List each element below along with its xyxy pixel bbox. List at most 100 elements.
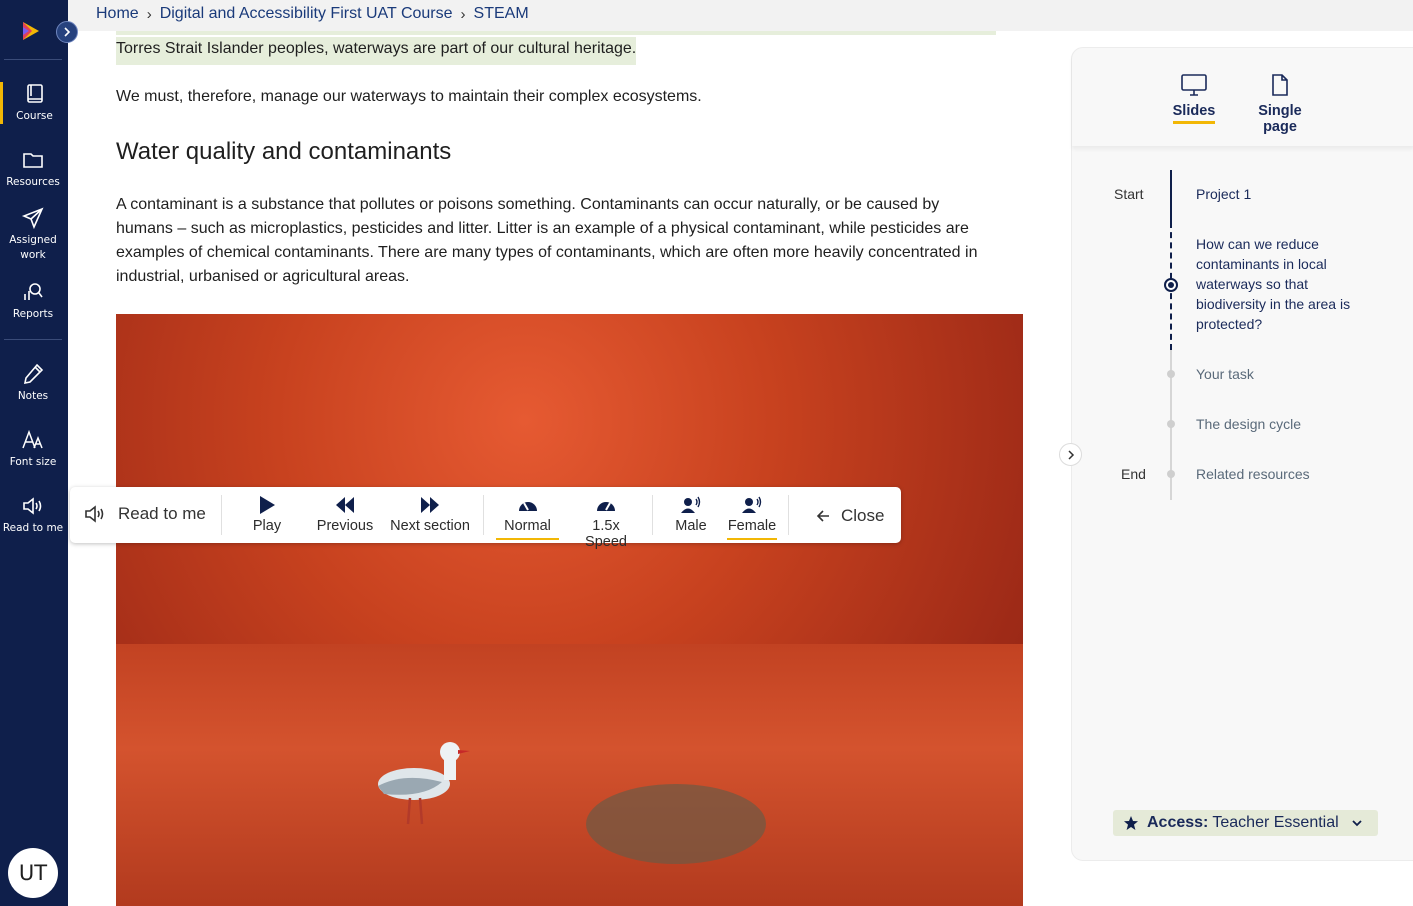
tab-slides[interactable]: Slides xyxy=(1172,73,1216,124)
reports-search-icon xyxy=(24,283,43,300)
timeline-progress-line xyxy=(1170,170,1172,222)
male-voice-label: Male xyxy=(675,518,707,534)
avatar[interactable]: UT xyxy=(8,848,58,898)
view-mode-tabs: Slides Single page xyxy=(1072,48,1413,146)
photo-rock xyxy=(586,784,766,864)
chevron-right-icon xyxy=(1067,449,1074,460)
paragraph-line: A contaminant is a substance that pollut… xyxy=(116,196,940,213)
timeline-item-design-cycle[interactable]: The design cycle xyxy=(1196,414,1376,434)
expand-nav-button[interactable] xyxy=(56,21,78,43)
play-icon xyxy=(260,496,275,514)
nav-item-font-size[interactable]: Font size xyxy=(0,428,66,470)
nav-label-line2: work xyxy=(20,249,46,261)
close-label: Close xyxy=(841,506,885,525)
nav-item-reports[interactable]: Reports xyxy=(0,280,66,322)
timeline-item-current[interactable]: How can we reduce contaminants in local … xyxy=(1196,234,1376,334)
nav-item-notes[interactable]: Notes xyxy=(0,362,66,404)
speed-1-5x-label: 1.5x Speed xyxy=(585,518,627,550)
close-button[interactable]: Close xyxy=(815,506,884,526)
section-heading: Water quality and contaminants xyxy=(116,138,452,165)
arrow-left-icon xyxy=(816,510,829,522)
app-logo-icon[interactable] xyxy=(20,20,42,42)
breadcrumb-bar: Home › Digital and Accessibility First U… xyxy=(68,0,1413,31)
font-size-icon xyxy=(22,429,43,449)
paragraph-line: humans – such as microplastics, pesticid… xyxy=(116,220,969,237)
breadcrumb-current[interactable]: STEAM xyxy=(474,5,529,23)
timeline-end-label: End xyxy=(1121,466,1146,482)
paragraph-line: examples of chemical contaminants. There… xyxy=(116,244,978,261)
previous-button[interactable]: Previous xyxy=(314,495,376,534)
gauge-fast-icon xyxy=(597,502,615,511)
nav-item-course[interactable]: Course xyxy=(0,82,66,124)
paragraph: A contaminant is a substance that pollut… xyxy=(116,193,1026,289)
breadcrumb-chevron-icon: › xyxy=(146,5,152,23)
male-voice-icon xyxy=(681,496,701,513)
paragraph-line: industrial, urbanised or agricultural ar… xyxy=(116,268,410,285)
seagull-shape xyxy=(378,742,470,825)
speed-1-5x-button[interactable]: 1.5x Speed xyxy=(570,495,642,550)
female-voice-icon xyxy=(742,496,762,513)
nav-item-read-to-me[interactable]: Read to me xyxy=(0,494,66,536)
access-level-dropdown[interactable]: Access: Teacher Essential xyxy=(1113,810,1378,836)
tab-single-page-label: Single page xyxy=(1258,103,1302,135)
nav-divider xyxy=(4,339,62,340)
side-navigation: Course Resources Assigned work Reports N… xyxy=(0,0,68,906)
rewind-icon xyxy=(336,497,354,513)
timeline-current-marker xyxy=(1164,278,1178,292)
timeline-dot xyxy=(1167,470,1175,478)
speed-normal-label: Normal xyxy=(504,518,551,534)
nav-divider xyxy=(4,59,62,60)
breadcrumb-course[interactable]: Digital and Accessibility First UAT Cour… xyxy=(160,5,453,23)
highlighted-sentence: Torres Strait Islander peoples, waterway… xyxy=(116,37,637,65)
breadcrumb-chevron-icon: › xyxy=(460,5,466,23)
nav-item-assigned-work[interactable]: Assigned work xyxy=(0,206,66,263)
nav-label: Font size xyxy=(9,456,57,468)
photo-water xyxy=(116,644,1023,906)
next-section-label: Next section xyxy=(390,518,470,534)
seagull-photo xyxy=(116,314,1023,906)
nav-item-resources[interactable]: Resources xyxy=(0,148,66,190)
male-voice-button[interactable]: Male xyxy=(670,495,712,534)
divider xyxy=(652,495,653,535)
divider xyxy=(788,495,789,535)
nav-label: Read to me xyxy=(2,522,64,534)
timeline-dot xyxy=(1167,420,1175,428)
play-label: Play xyxy=(252,518,282,534)
female-voice-label: Female xyxy=(727,518,777,534)
timeline-item-your-task[interactable]: Your task xyxy=(1196,364,1376,384)
breadcrumb-home[interactable]: Home xyxy=(96,5,139,23)
pencil-icon xyxy=(23,363,44,385)
timeline-item-project-1[interactable]: Project 1 xyxy=(1196,184,1376,204)
folder-icon xyxy=(23,153,43,168)
monitor-icon xyxy=(1181,74,1207,96)
nav-label: Reports xyxy=(12,308,54,320)
chevron-right-icon xyxy=(64,27,71,37)
fast-forward-icon xyxy=(421,497,439,513)
tab-slides-label: Slides xyxy=(1172,103,1216,124)
divider xyxy=(483,495,484,535)
timeline-start-label: Start xyxy=(1114,186,1144,202)
play-button[interactable]: Play xyxy=(246,495,288,534)
chevron-down-icon xyxy=(1352,820,1362,827)
book-icon xyxy=(26,84,43,103)
read-to-me-title: Read to me xyxy=(84,503,206,525)
collapse-panel-button[interactable] xyxy=(1059,443,1082,466)
nav-label: Resources xyxy=(6,176,60,188)
speaker-icon xyxy=(23,497,42,515)
nav-label: Course xyxy=(16,110,53,122)
timeline-item-related-resources[interactable]: Related resources xyxy=(1196,464,1376,484)
send-icon xyxy=(21,207,44,230)
female-voice-button[interactable]: Female xyxy=(727,495,777,540)
tab-single-page[interactable]: Single page xyxy=(1242,73,1318,135)
next-section-button[interactable]: Next section xyxy=(386,495,474,534)
breadcrumb: Home › Digital and Accessibility First U… xyxy=(96,5,529,23)
nav-label-line1: Assigned xyxy=(9,234,57,246)
nav-label: Notes xyxy=(17,390,49,402)
read-to-me-toolbar: Read to me Play Previous Next section No… xyxy=(70,487,901,550)
divider xyxy=(221,495,222,535)
gauge-icon xyxy=(518,502,537,511)
access-value: Teacher Essential xyxy=(1212,814,1339,831)
star-icon xyxy=(1124,816,1138,830)
speed-normal-button[interactable]: Normal xyxy=(496,495,559,540)
timeline-dot xyxy=(1167,370,1175,378)
